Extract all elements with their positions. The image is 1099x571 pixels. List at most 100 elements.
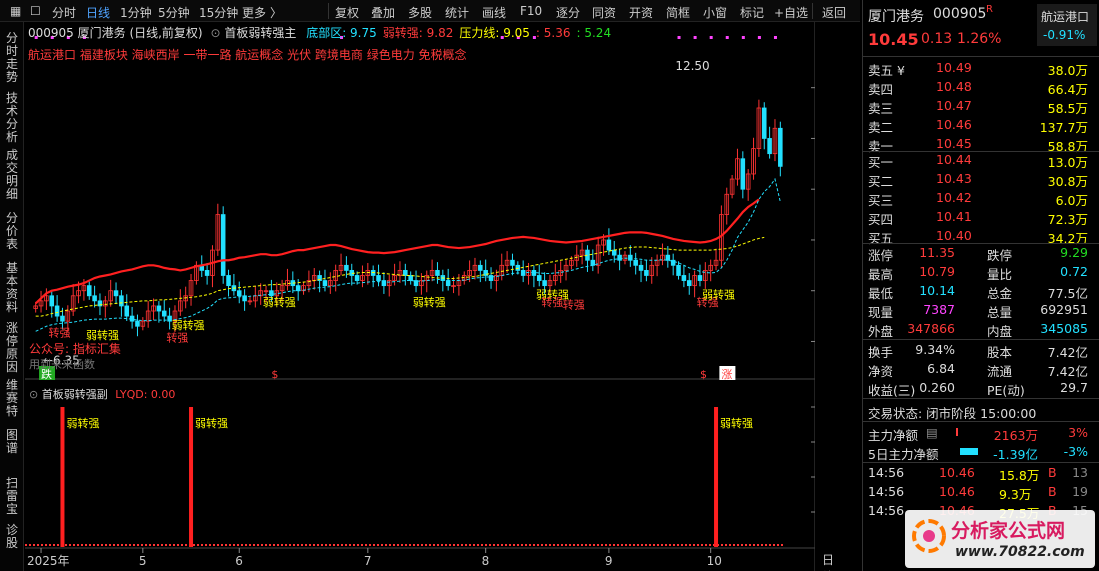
sidebar-item-1[interactable]: 技术分析: [6, 92, 20, 144]
signal-dot: [693, 36, 697, 39]
toolbar-right-item-1[interactable]: 叠加: [371, 4, 395, 21]
candle-body: [542, 280, 547, 287]
candle-body: [220, 214, 226, 276]
candle-body: [638, 264, 644, 271]
stat-row-2: 最低 10.14 总金 77.5亿: [863, 281, 1099, 301]
toolbar-right-item-2[interactable]: 多股: [408, 4, 432, 21]
toolbar-right-item-11[interactable]: 标记: [740, 4, 764, 21]
sub-toggle-icon[interactable]: ⊙: [29, 388, 38, 401]
toolbar-right-item-9[interactable]: 简框: [666, 4, 690, 21]
sub-bar-1: [189, 407, 194, 547]
indicator-value-1: 弱转强: 9.82: [382, 26, 454, 40]
candle-body: [697, 275, 703, 281]
toolbar-item-3[interactable]: 5分钟: [158, 4, 190, 21]
bid-row-2: 买三 10.42 6.0万: [863, 188, 1099, 208]
x-tick-label-0: 2025年: [27, 554, 70, 568]
sep-0: [863, 56, 1099, 57]
candle-body: [403, 270, 408, 276]
sidebar-item-2[interactable]: 成交明细: [6, 149, 20, 201]
indicator-toggle-icon[interactable]: ⊙: [210, 26, 220, 40]
ask-row-2: 卖三 10.47 58.5万: [863, 96, 1099, 116]
candle-body: [478, 264, 483, 271]
sub-chart-header[interactable]: 首板弱转强副: [42, 388, 108, 401]
toolbar-item-5[interactable]: 更多: [242, 4, 266, 21]
main-flow-row[interactable]: 主力净额 ▤ 2163万 3%: [863, 423, 1099, 443]
ask-row-1: 卖四 10.48 66.4万: [863, 77, 1099, 97]
flow5-value: -1.39亿: [993, 447, 1038, 462]
sep-4: [863, 398, 1099, 399]
signal-dot: [741, 36, 745, 39]
toolbar-right-item-4[interactable]: 画线: [482, 4, 506, 21]
candle-body: [322, 280, 328, 287]
stat-row-4: 外盘 347866 内盘 345085: [863, 319, 1099, 339]
toolbar-right-item-3[interactable]: 统计: [445, 4, 469, 21]
price-change: 0.13: [921, 31, 953, 47]
sidebar-item-6[interactable]: 维赛特: [6, 379, 20, 418]
indicator-name[interactable]: 首板弱转强主: [224, 26, 296, 40]
toolbar-right-item-7[interactable]: 同资: [592, 4, 616, 21]
stat-label-b: 内盘: [987, 324, 1013, 339]
sidebar-item-5[interactable]: 涨停原因: [6, 322, 20, 374]
toolbar-right-item-6[interactable]: 逐分: [556, 4, 580, 21]
toolbar-right-item-12[interactable]: +自选: [774, 4, 808, 21]
sidebar-item-0[interactable]: 分时走势: [6, 32, 20, 84]
badge-1: $: [271, 368, 278, 381]
ask-price: 10.45: [936, 136, 972, 151]
stat-row-1: 最高 10.79 量比 0.72: [863, 262, 1099, 282]
layout-icon[interactable]: ▦: [10, 4, 21, 18]
price-row: 10.45 0.13 1.26%: [863, 30, 1099, 52]
sidebar-item-4[interactable]: 基本资料: [6, 262, 20, 314]
candle-body: [531, 270, 537, 276]
ask-price: 10.47: [936, 98, 972, 113]
toolbar-right-item-10[interactable]: 小窗: [703, 4, 727, 21]
toolbar-item-0[interactable]: 分时: [52, 4, 76, 21]
candle-body: [617, 254, 622, 261]
toolbar-sep-1: [812, 3, 813, 19]
toolbar-right-item-13[interactable]: 返回: [822, 4, 846, 21]
flow5-row[interactable]: 5日主力净额 -1.39亿 -3%: [863, 442, 1099, 462]
chart-area[interactable]: 7.008.009.0010.0011.0012.002025年5678910转…: [25, 22, 834, 571]
stat2-value-a: 0.260: [919, 380, 955, 395]
toolbar-item-2[interactable]: 1分钟: [120, 4, 152, 21]
toolbar-item-1[interactable]: 日线: [86, 4, 110, 21]
sidebar-item-3[interactable]: 分价表: [6, 212, 20, 251]
candle-body: [445, 280, 451, 287]
bottom-period-label[interactable]: 日线: [822, 551, 834, 571]
toolbar-right-item-0[interactable]: 复权: [335, 4, 359, 21]
window-icon[interactable]: ☐: [30, 4, 41, 18]
toolbar-sep-0: [328, 3, 329, 19]
candle-body: [633, 259, 638, 266]
sidebar-item-9[interactable]: 诊股: [6, 524, 20, 550]
toolbar-right-item-8[interactable]: 开资: [629, 4, 653, 21]
more-chevron-icon[interactable]: 〉: [270, 4, 282, 21]
candle-body: [590, 259, 596, 266]
x-tick-label-1: 5: [139, 554, 147, 568]
stock-name: 厦门港务: [868, 9, 924, 25]
stat2-value-b: 29.7: [1060, 380, 1088, 395]
sidebar-item-7[interactable]: 图谱: [6, 429, 20, 455]
stat2-label-a: 收益(三): [868, 383, 916, 398]
bid-price: 10.43: [936, 171, 972, 186]
candle-body: [611, 249, 617, 256]
main-flow-icon[interactable]: ▤: [926, 425, 938, 440]
chart-svg: 7.008.009.0010.0011.0012.002025年5678910转…: [25, 22, 815, 571]
tick-side: B: [1048, 465, 1057, 480]
bid-price: 10.42: [936, 190, 972, 205]
sidebar-item-8[interactable]: 扫雷宝: [6, 477, 20, 516]
watermark: 分析家公式网 www.70822.com: [905, 510, 1095, 568]
signal-label-4: 弱转强: [263, 295, 296, 309]
tick-time: 14:56: [868, 484, 905, 499]
signal-dot: [757, 36, 761, 39]
note-future-func: 用到未来函数: [29, 358, 95, 371]
candle-body: [536, 275, 542, 281]
toolbar-item-4[interactable]: 15分钟: [199, 4, 238, 21]
signal-dot: [725, 36, 729, 39]
x-tick-label-5: 9: [605, 554, 613, 568]
candle-body: [295, 285, 301, 292]
badge-2: $: [700, 368, 707, 381]
candle-body: [124, 305, 130, 317]
stat-value-a: 10.79: [919, 264, 955, 279]
toolbar-right-item-5[interactable]: F10: [520, 4, 542, 18]
flow5-label: 5日主力净额: [868, 447, 939, 462]
series-line-0: [34, 198, 760, 305]
